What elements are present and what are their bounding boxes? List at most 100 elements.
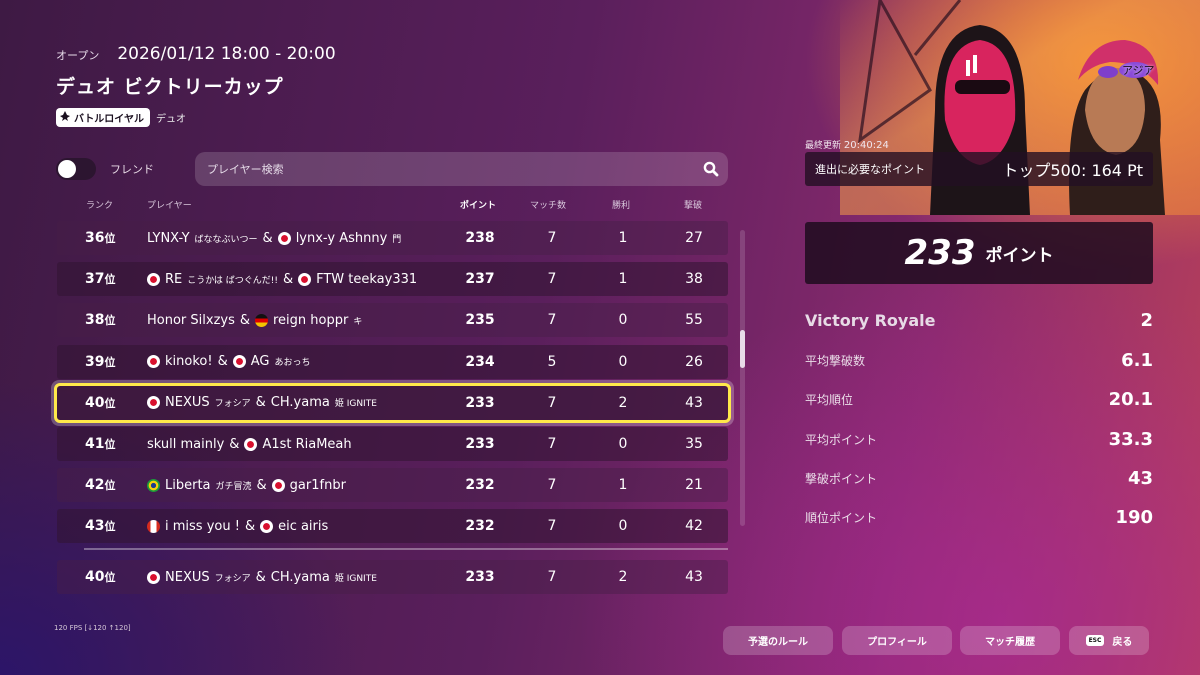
player-name[interactable]: NEXUS	[165, 570, 210, 585]
player-tag: ばななぶいつー	[194, 234, 258, 245]
player-name[interactable]: A1st RiaMeah	[262, 437, 351, 452]
match-history-button[interactable]: マッチ履歴	[960, 626, 1060, 655]
leaderboard-row[interactable]: 43位 i miss you ! & eic airis 232 7 0 42	[57, 509, 728, 544]
wins-cell: 0	[618, 518, 628, 535]
wins-cell: 2	[618, 394, 628, 411]
rank-cell: 39位	[85, 354, 129, 370]
players-separator: &	[255, 395, 266, 411]
elims-cell: 43	[685, 394, 703, 411]
players-separator: &	[255, 569, 266, 585]
matches-cell: 7	[547, 230, 557, 246]
player-tag: こうかは ばつぐんだ!!	[187, 275, 278, 286]
matches-cell: 7	[547, 477, 557, 494]
profile-button[interactable]: プロフィール	[842, 626, 952, 655]
leaderboard-row[interactable]: 36位 LYNX-Y ばななぶいつー & lynx-y Äshnny 門 238 7 1 27	[57, 221, 728, 255]
rank-suffix: 位	[104, 438, 116, 451]
flag-jp-icon	[244, 437, 258, 451]
leaderboard-row[interactable]: 42位 Liberta ガチ冒涜 & gar1fnbr 232 7 1 21	[57, 468, 728, 503]
player-name[interactable]: eic airis	[278, 519, 328, 534]
flag-jp-icon	[298, 272, 312, 286]
leaderboard-row[interactable]: 41位 skull mainly & A1st RiaMeah 233 7 0 35	[57, 427, 728, 461]
elims-cell: 35	[685, 436, 703, 452]
player-name[interactable]: reign hoppr	[273, 313, 348, 328]
player-name[interactable]: CH.yama	[271, 395, 330, 410]
wins-cell: 0	[618, 312, 628, 329]
mode-chip-label: バトルロイヤル	[74, 114, 144, 125]
stat-row: 平均順位 20.1	[805, 389, 1153, 410]
player-name[interactable]: skull mainly	[147, 437, 224, 452]
rules-button[interactable]: 予選のルール	[723, 626, 833, 655]
flag-jp-icon	[147, 396, 160, 410]
col-rank: ランク	[86, 201, 114, 211]
flag-jp-icon	[232, 355, 246, 369]
players-cell: Honor Silxzys & reign hoppr キ	[147, 313, 447, 328]
players-cell: Liberta ガチ冒涜 & gar1fnbr	[147, 478, 447, 493]
col-wins[interactable]: 勝利	[612, 198, 630, 211]
total-score-unit: ポイント	[985, 245, 1054, 266]
elims-cell: 55	[685, 312, 703, 329]
points-cell: 237	[465, 271, 495, 288]
stat-row: 平均撃破数 6.1	[805, 350, 1153, 371]
leaderboard-scrollbar[interactable]	[740, 230, 745, 526]
player-name[interactable]: LYNX-Y	[147, 231, 190, 246]
scrollbar-thumb[interactable]	[740, 330, 745, 368]
search-icon[interactable]	[694, 161, 728, 177]
rank-number: 40	[85, 394, 105, 411]
rank-cell: 42位	[85, 477, 129, 493]
player-name[interactable]: AG	[251, 354, 270, 369]
player-name[interactable]: i miss you !	[165, 519, 240, 534]
col-elims[interactable]: 撃破	[684, 198, 702, 211]
flag-jp-icon	[147, 570, 160, 584]
player-name[interactable]: NEXUS	[165, 395, 210, 410]
leaderboard-row[interactable]: 40位 NEXUS フォシア & CH.yama 姫 IGNITE 233 7 2 43	[54, 382, 731, 423]
points-cell: 234	[465, 353, 495, 370]
player-name[interactable]: gar1fnbr	[290, 478, 346, 493]
back-button[interactable]: ESC 戻る	[1069, 626, 1149, 655]
leaderboard-row[interactable]: 40位 NEXUS フォシア & CH.yama 姫 IGNITE 233 7 2 43	[57, 560, 728, 594]
col-points[interactable]: ポイント	[460, 198, 496, 211]
player-search[interactable]	[195, 152, 728, 186]
elims-cell: 27	[685, 230, 703, 246]
points-cell: 233	[465, 569, 495, 585]
stat-row: 撃破ポイント 43	[805, 468, 1153, 489]
elims-cell: 21	[685, 477, 703, 494]
flag-jp-icon	[277, 231, 291, 245]
esc-key-icon: ESC	[1085, 635, 1105, 646]
friend-toggle-label: フレンド	[110, 163, 154, 176]
match-history-button-label: マッチ履歴	[985, 637, 1035, 648]
player-tag: フォシア	[214, 399, 251, 410]
points-cell: 233	[465, 436, 495, 452]
players-cell: i miss you ! & eic airis	[147, 519, 447, 534]
mode-row: バトルロイヤル デュオ	[56, 108, 186, 127]
wins-cell: 1	[618, 271, 628, 288]
player-tag: ガチ冒涜	[215, 481, 252, 492]
col-matches[interactable]: マッチ数	[530, 198, 566, 211]
rank-suffix: 位	[104, 396, 116, 410]
matches-cell: 7	[547, 312, 557, 329]
friend-toggle[interactable]	[56, 158, 96, 180]
elims-cell: 26	[685, 353, 703, 370]
rank-number: 40	[85, 569, 105, 585]
player-name[interactable]: RE	[165, 272, 182, 287]
player-name[interactable]: Honor Silxzys	[147, 313, 235, 328]
player-name[interactable]: Liberta	[165, 478, 211, 493]
leaderboard-row[interactable]: 37位 RE こうかは ばつぐんだ!! & FTW teekay331 237 7 1 38	[57, 262, 728, 297]
player-name[interactable]: FTW teekay331	[316, 272, 417, 287]
player-name[interactable]: lynx-y Äshnny	[296, 231, 388, 246]
leaderboard-row[interactable]: 38位 Honor Silxzys & reign hoppr キ 235 7 0 55	[57, 303, 728, 338]
rank-cell: 40位	[85, 395, 129, 411]
matches-cell: 7	[547, 436, 557, 452]
player-tag: 姫 IGNITE	[334, 399, 377, 410]
toggle-knob	[58, 160, 76, 178]
players-separator: &	[256, 477, 267, 493]
player-name[interactable]: CH.yama	[271, 570, 330, 585]
search-input[interactable]	[195, 161, 694, 177]
stat-label: 順位ポイント	[805, 511, 878, 525]
stat-row: 順位ポイント 190	[805, 507, 1153, 528]
qualify-threshold-label: 進出に必要なポイント	[815, 163, 925, 176]
player-name[interactable]: kinoko!	[165, 354, 213, 369]
leaderboard-row[interactable]: 39位 kinoko! & AG あおっち 234 5 0 26	[57, 344, 728, 379]
rank-suffix: 位	[104, 355, 116, 369]
rank-suffix: 位	[104, 479, 116, 493]
rank-cell: 41位	[85, 436, 129, 452]
